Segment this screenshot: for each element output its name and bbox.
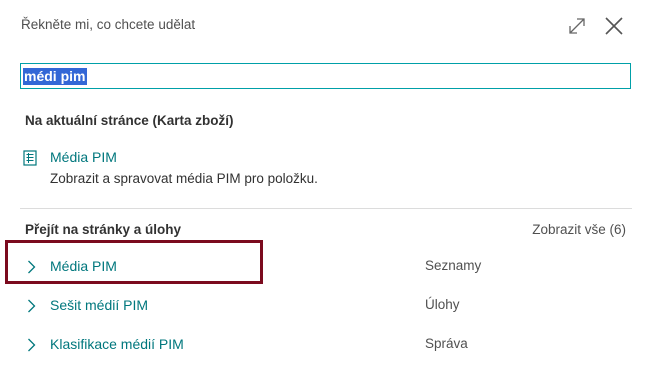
dialog-title: Řekněte mi, co chcete udělat [21,17,196,32]
search-input[interactable]: médi pim [20,63,631,89]
result-category: Správa [425,336,468,351]
tell-me-dialog: Řekněte mi, co chcete udělat médi pim Na… [0,0,646,368]
current-page-heading: Na aktuální stránce (Karta zboží) [25,113,234,128]
show-all-link[interactable]: Zobrazit vše (6) [532,222,626,237]
result-label: Klasifikace médií PIM [50,336,184,352]
pages-tasks-heading: Přejít na stránky a úlohy [25,222,182,237]
result-row-klasifikace-medii-pim[interactable]: Klasifikace médií PIM Správa [20,330,631,360]
expand-icon[interactable] [567,16,587,36]
close-icon[interactable] [603,15,625,37]
result-category: Seznamy [425,258,482,273]
current-page-description: Zobrazit a spravovat média PIM pro polož… [50,171,318,186]
chevron-right-icon [28,299,36,313]
current-page-link[interactable]: Média PIM [50,149,117,165]
divider [20,208,632,209]
chevron-right-icon [28,338,36,352]
chevron-right-icon [28,260,36,274]
result-row-sesit-medii-pim[interactable]: Sešit médií PIM Úlohy [20,291,631,321]
result-row-media-pim[interactable]: Média PIM Seznamy [20,252,631,282]
search-input-value: médi pim [23,68,88,85]
result-label: Sešit médií PIM [50,297,149,313]
result-category: Úlohy [425,297,460,312]
page-icon [23,150,37,166]
result-label: Média PIM [50,258,117,274]
